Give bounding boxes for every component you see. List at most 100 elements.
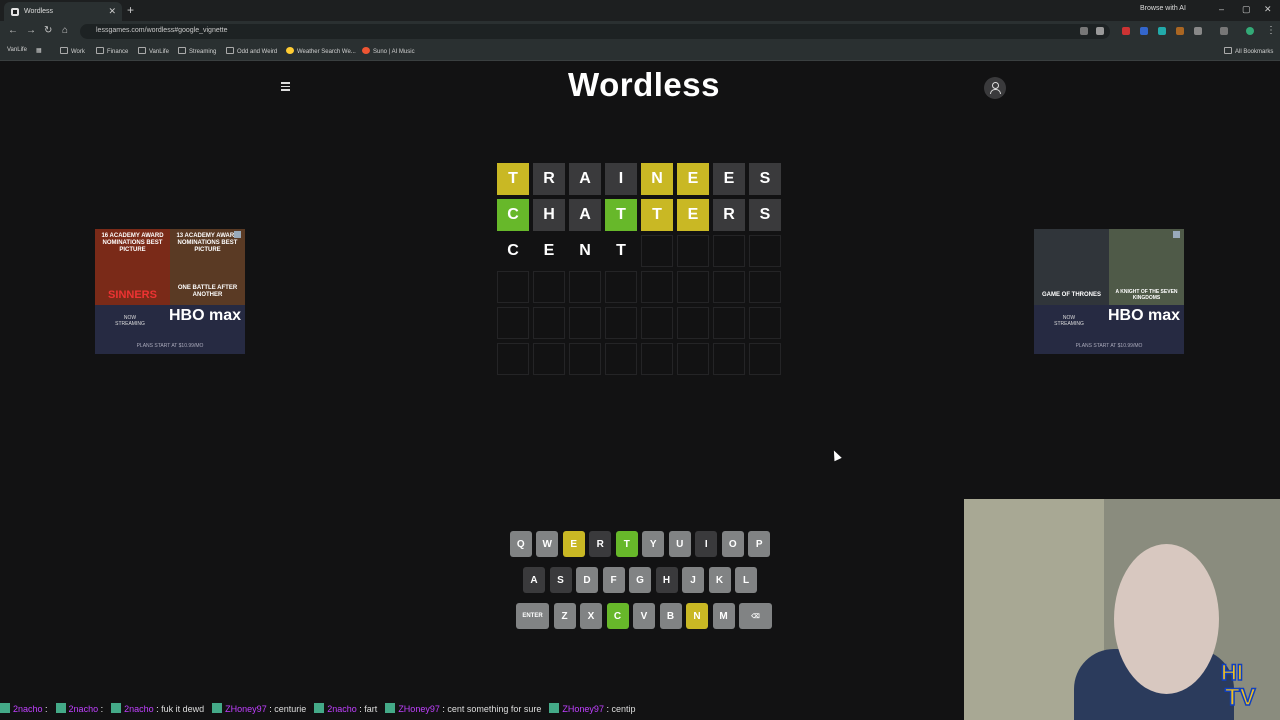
board-tile [677,343,709,375]
minimize-icon[interactable]: – [1219,4,1224,14]
new-tab-icon[interactable]: + [127,3,134,17]
browser-menu-icon[interactable]: ⋮ [1266,25,1276,36]
bookmarks-bar: VanLife ▦ Work Finance VanLife Streaming… [0,42,1280,61]
board-tile [569,307,601,339]
chat-username: ZHoney97 [398,704,440,714]
reload-icon[interactable]: ↻ [44,25,52,36]
adchoices-icon[interactable] [1173,231,1180,238]
chat-message: 2nacho : fart [314,703,377,714]
eye-off-icon[interactable] [1080,27,1088,35]
key-v[interactable]: V [633,603,655,629]
bookmark-weather[interactable]: Weather Search We... [286,47,356,55]
key-l[interactable]: L [735,567,757,593]
key-p[interactable]: P [748,531,771,557]
key-g[interactable]: G [629,567,651,593]
board-tile [749,307,781,339]
bookmark-vanlife[interactable]: VanLife [7,47,27,53]
adchoices-icon[interactable] [234,231,241,238]
bookmark-folder-work[interactable]: Work [60,47,85,55]
chat-message: ZHoney97 : centip [549,703,636,714]
star-icon[interactable] [1096,27,1104,35]
chat-username: ZHoney97 [562,704,604,714]
board-tile: S [749,199,781,231]
board-tile [533,271,565,303]
mouse-cursor-icon [830,448,842,462]
bookmark-folder-streaming[interactable]: Streaming [178,47,216,55]
page-title: Wordless [568,66,720,103]
key-i[interactable]: I [695,531,718,557]
folder-icon [226,47,234,54]
backspace-key[interactable]: ⌫ [739,603,772,629]
game-board: TRAINEESCHATTERSCENT [497,163,781,379]
key-b[interactable]: B [659,603,682,629]
key-t[interactable]: T [615,531,638,557]
bookmark-folder-finance[interactable]: Finance [96,47,128,55]
url-field[interactable]: lessgames.com/wordless#google_vignette [80,24,1110,39]
ad-movie-title: SINNERS [108,289,157,301]
board-tile [749,235,781,267]
bookmark-folder-vanlife[interactable]: VanLife [138,47,169,55]
board-row [497,307,781,339]
home-icon[interactable]: ⌂ [62,25,68,36]
profile-icon[interactable] [984,77,1006,99]
key-h[interactable]: H [655,567,678,593]
key-q[interactable]: Q [509,531,532,557]
chat-text: fart [364,704,378,714]
ad-now-streaming: NOW STREAMING [1054,315,1084,327]
key-f[interactable]: F [602,567,625,593]
key-e[interactable]: E [562,531,585,557]
key-u[interactable]: U [668,531,691,557]
url-text: lessgames.com/wordless#google_vignette [96,27,228,34]
ad-right[interactable]: GAME OF THRONES A KNIGHT OF THE SEVEN KI… [1034,229,1184,354]
board-tile [569,271,601,303]
hbo-max-logo: HBO max [169,307,242,324]
key-x[interactable]: X [580,603,602,629]
key-n[interactable]: N [686,603,708,629]
chat-badge-icon [55,703,66,713]
chat-badge-icon [385,703,396,713]
window-close-icon[interactable]: ✕ [1264,4,1272,15]
chat-username: 2nacho [124,704,154,714]
ad-left[interactable]: 16 ACADEMY AWARD NOMINATIONS BEST PICTUR… [95,229,245,354]
browser-tab[interactable]: Wordless ✕ [4,2,122,21]
board-tile: H [533,199,565,231]
stream-logo: HI TV [1213,658,1275,714]
key-k[interactable]: K [708,567,731,593]
key-m[interactable]: M [712,603,735,629]
board-tile [713,307,745,339]
key-z[interactable]: Z [553,603,576,629]
all-bookmarks-button[interactable]: All Bookmarks [1224,47,1273,55]
extension-icon[interactable] [1176,27,1184,35]
key-d[interactable]: D [576,567,598,593]
extensions-puzzle-icon[interactable] [1194,27,1202,35]
apps-grid-icon[interactable]: ▦ [36,47,42,54]
enter-key[interactable]: ENTER [516,603,549,629]
chat-badge-icon [549,703,560,713]
key-s[interactable]: S [549,567,572,593]
ad-brand-panel: NOW STREAMING HBO max PLANS START AT $10… [1034,305,1184,354]
key-r[interactable]: R [589,531,612,557]
key-c[interactable]: C [606,603,629,629]
bookmark-suno[interactable]: Suno | AI Music [362,47,415,55]
profile-avatar-icon[interactable] [1246,27,1254,35]
board-tile: A [569,199,601,231]
extension-icon[interactable] [1122,27,1130,35]
key-w[interactable]: W [536,531,559,557]
key-a[interactable]: A [523,567,545,593]
extension-icon[interactable] [1140,27,1148,35]
close-tab-icon[interactable]: ✕ [108,6,116,17]
key-o[interactable]: O [721,531,744,557]
key-y[interactable]: Y [642,531,665,557]
board-tile [641,307,673,339]
maximize-icon[interactable]: ▢ [1242,4,1251,15]
extension-icon[interactable] [1158,27,1166,35]
folder-icon [1224,47,1232,54]
sidepanel-icon[interactable] [1220,27,1228,35]
key-j[interactable]: J [682,567,704,593]
board-tile: C [497,235,529,267]
browse-with-ai-button[interactable]: Browse with AI [1140,5,1186,12]
bookmark-folder-odd-and-weird[interactable]: Odd and Weird [226,47,277,55]
back-icon[interactable]: ← [8,25,18,36]
board-tile: T [605,199,637,231]
forward-icon[interactable]: → [26,25,36,36]
